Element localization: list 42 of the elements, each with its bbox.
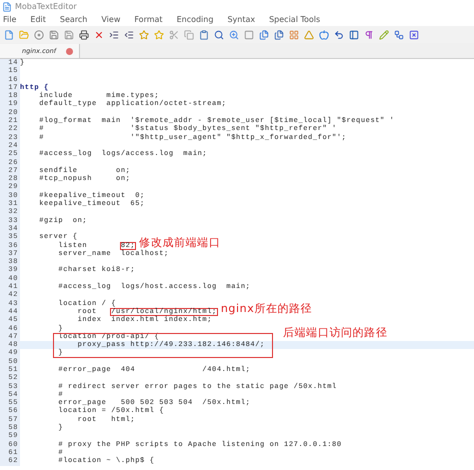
menu-item[interactable]: Encoding	[176, 15, 214, 24]
app-icon	[2, 2, 12, 12]
nodes-icon[interactable]	[394, 30, 404, 40]
menu-item[interactable]: Search	[60, 15, 88, 24]
menu-item[interactable]: File	[3, 15, 16, 24]
close-icon[interactable]	[66, 48, 73, 54]
scissors-icon[interactable]	[169, 30, 179, 40]
grid-icon[interactable]	[289, 30, 299, 40]
file-icon[interactable]	[4, 30, 14, 40]
disc-icon[interactable]	[34, 30, 44, 40]
save-icon[interactable]	[64, 30, 74, 40]
apple-icon[interactable]	[319, 30, 329, 40]
printer-icon[interactable]	[79, 30, 89, 40]
star-icon[interactable]	[154, 30, 164, 40]
undo-icon[interactable]	[334, 30, 344, 40]
files-icon[interactable]	[259, 30, 269, 40]
close-icon[interactable]	[94, 30, 104, 40]
menu-item[interactable]: View	[101, 15, 120, 24]
window-title: MobaTextEditor	[15, 2, 77, 11]
star-icon[interactable]	[139, 30, 149, 40]
search-icon[interactable]	[214, 30, 224, 40]
outdent-icon[interactable]	[124, 30, 134, 40]
files-icon[interactable]	[274, 30, 284, 40]
square-x-icon[interactable]	[409, 30, 419, 40]
pilcrow-icon[interactable]	[364, 30, 374, 40]
clipboard-icon[interactable]	[199, 30, 209, 40]
search-icon[interactable]	[229, 30, 239, 40]
annotation-note: nginx所在的路径	[220, 302, 312, 315]
menu-item[interactable]: Format	[134, 15, 163, 24]
triangle-icon[interactable]	[304, 30, 314, 40]
menu-item[interactable]: Syntax	[227, 15, 256, 24]
panel-icon[interactable]	[349, 30, 359, 40]
copy-icon[interactable]	[184, 30, 194, 40]
pencil-icon[interactable]	[379, 30, 389, 40]
square-icon[interactable]	[244, 30, 254, 40]
save-icon[interactable]	[49, 30, 59, 40]
annotation-note: 修改成前端端口	[139, 236, 220, 249]
annotation-note: 后端端口访问的路径	[283, 326, 388, 339]
folder-icon[interactable]	[19, 30, 29, 40]
indent-icon[interactable]	[109, 30, 119, 40]
menu-item[interactable]: Special Tools	[269, 15, 320, 24]
menu-item[interactable]: Edit	[30, 15, 46, 24]
